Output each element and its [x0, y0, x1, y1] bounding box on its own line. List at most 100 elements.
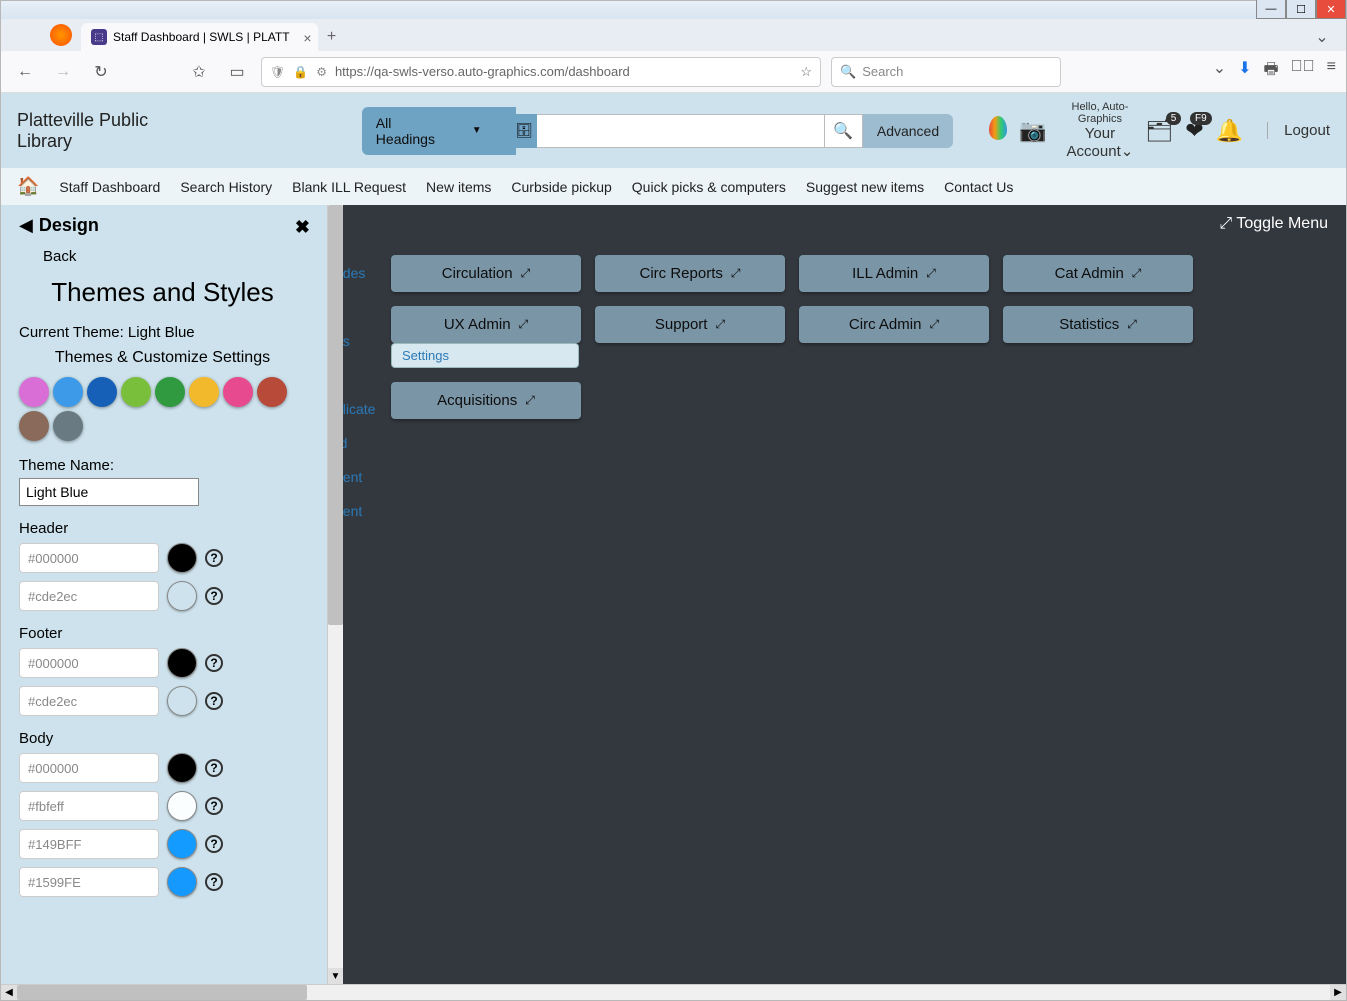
nav-back-button[interactable]: ←: [11, 58, 39, 86]
color-hex-input[interactable]: [19, 867, 159, 897]
help-icon[interactable]: ?: [205, 797, 223, 815]
scroll-right-arrow-icon[interactable]: ▶: [1330, 985, 1346, 1000]
color-preview-swatch[interactable]: [167, 686, 197, 716]
scroll-down-arrow-icon[interactable]: ▼: [328, 968, 343, 984]
downloads-icon[interactable]: ⬇: [1238, 58, 1251, 85]
panel-close-icon[interactable]: ✖: [295, 217, 310, 238]
nav-item[interactable]: Curbside pickup: [511, 179, 611, 195]
bell-icon[interactable]: 🔔: [1216, 118, 1243, 144]
color-hex-input[interactable]: [19, 791, 159, 821]
print-icon[interactable]: 🖶: [1264, 58, 1279, 85]
balloon-icon[interactable]: [989, 116, 1007, 146]
browser-tab-bar: ⬚ Staff Dashboard | SWLS | PLATT × + ⌄: [1, 19, 1346, 51]
nav-forward-button[interactable]: →: [49, 58, 77, 86]
advanced-search-button[interactable]: Advanced: [863, 114, 953, 148]
nav-library-icon[interactable]: ▭: [223, 58, 251, 86]
dashboard-tile-button[interactable]: Support ⤢: [595, 306, 785, 343]
color-hex-input[interactable]: [19, 686, 159, 716]
color-preview-swatch[interactable]: [167, 581, 197, 611]
settings-link[interactable]: Settings: [391, 343, 579, 368]
theme-name-input[interactable]: [19, 478, 199, 506]
color-hex-input[interactable]: [19, 753, 159, 783]
menu-icon[interactable]: ≡: [1327, 58, 1336, 85]
nav-reload-button[interactable]: ↻: [87, 58, 115, 86]
theme-swatch[interactable]: [53, 411, 83, 441]
h-scrollbar-thumb[interactable]: [17, 985, 307, 1000]
color-hex-input[interactable]: [19, 648, 159, 678]
color-preview-swatch[interactable]: [167, 791, 197, 821]
theme-swatch[interactable]: [257, 377, 287, 407]
search-category-select[interactable]: All Headings ▼: [362, 107, 516, 155]
bookmark-page-icon[interactable]: ☆: [800, 64, 812, 80]
dashboard-tile-button[interactable]: ILL Admin ⤢: [799, 255, 989, 292]
scroll-left-arrow-icon[interactable]: ◀: [1, 985, 17, 1000]
dashboard-tile-button[interactable]: Circ Admin ⤢: [799, 306, 989, 343]
tile-label: Statistics: [1059, 316, 1119, 333]
help-icon[interactable]: ?: [205, 654, 223, 672]
window-maximize-button[interactable]: ☐: [1286, 0, 1316, 19]
theme-swatch[interactable]: [87, 377, 117, 407]
nav-item[interactable]: Staff Dashboard: [59, 179, 160, 195]
new-tab-button[interactable]: +: [318, 23, 346, 51]
help-icon[interactable]: ?: [205, 692, 223, 710]
dashboard-tile-button[interactable]: Acquisitions ⤢: [391, 382, 581, 419]
logout-link[interactable]: Logout: [1267, 122, 1330, 139]
dashboard-tile-button[interactable]: Statistics ⤢: [1003, 306, 1193, 343]
theme-swatch[interactable]: [155, 377, 185, 407]
heart-icon[interactable]: ❤F9: [1185, 118, 1203, 144]
color-preview-swatch[interactable]: [167, 829, 197, 859]
url-bar[interactable]: 🛡 🔒 ⚙ https://qa-swls-verso.auto-graphic…: [261, 57, 821, 87]
horizontal-scrollbar[interactable]: ◀ ▶: [1, 984, 1346, 1000]
toggle-menu-button[interactable]: ⤢ Toggle Menu: [1219, 215, 1328, 233]
theme-swatch[interactable]: [189, 377, 219, 407]
color-row: ?: [19, 543, 306, 573]
theme-swatch[interactable]: [223, 377, 253, 407]
window-close-button[interactable]: ✕: [1316, 0, 1346, 19]
nav-bookmark-star-icon[interactable]: ✩: [185, 58, 213, 86]
color-hex-input[interactable]: [19, 581, 159, 611]
theme-swatch[interactable]: [19, 377, 49, 407]
color-preview-swatch[interactable]: [167, 543, 197, 573]
back-link[interactable]: Back: [43, 248, 306, 265]
theme-swatch[interactable]: [53, 377, 83, 407]
extensions-icon[interactable]: �ู: [1291, 58, 1315, 85]
help-icon[interactable]: ?: [205, 549, 223, 567]
dashboard-tile-button[interactable]: UX Admin ⤢: [391, 306, 581, 343]
tab-dropdown-icon[interactable]: ⌄: [1308, 23, 1336, 51]
browser-tab[interactable]: ⬚ Staff Dashboard | SWLS | PLATT ×: [81, 23, 318, 51]
dashboard-tile-button[interactable]: Circ Reports ⤢: [595, 255, 785, 292]
help-icon[interactable]: ?: [205, 587, 223, 605]
nav-item[interactable]: New items: [426, 179, 491, 195]
lock-icon: 🔒: [293, 65, 308, 79]
help-icon[interactable]: ?: [205, 835, 223, 853]
theme-swatch[interactable]: [19, 411, 49, 441]
nav-item[interactable]: Blank ILL Request: [292, 179, 406, 195]
main-search-input[interactable]: [537, 114, 825, 148]
color-preview-swatch[interactable]: [167, 648, 197, 678]
nav-item[interactable]: Suggest new items: [806, 179, 924, 195]
pocket-icon[interactable]: ⌄: [1213, 58, 1226, 85]
panel-scrollbar[interactable]: ▼: [327, 205, 343, 984]
home-icon[interactable]: 🏠: [17, 176, 39, 197]
card-icon[interactable]: 🗂5: [1145, 118, 1173, 144]
theme-swatch[interactable]: [121, 377, 151, 407]
nav-item[interactable]: Quick picks & computers: [632, 179, 786, 195]
nav-item[interactable]: Search History: [180, 179, 272, 195]
scanner-icon[interactable]: 📷: [1019, 118, 1046, 144]
nav-item[interactable]: Contact Us: [944, 179, 1013, 195]
color-preview-swatch[interactable]: [167, 867, 197, 897]
color-preview-swatch[interactable]: [167, 753, 197, 783]
account-box[interactable]: Hello, Auto-Graphics Your Account⌄: [1067, 101, 1134, 160]
help-icon[interactable]: ?: [205, 759, 223, 777]
color-hex-input[interactable]: [19, 829, 159, 859]
scrollbar-thumb[interactable]: [328, 205, 343, 625]
search-button[interactable]: 🔍: [825, 114, 863, 148]
browser-search-input[interactable]: 🔍 Search: [831, 57, 1061, 87]
color-hex-input[interactable]: [19, 543, 159, 573]
dashboard-tile-button[interactable]: Circulation ⤢: [391, 255, 581, 292]
back-circle-icon[interactable]: ◀: [19, 215, 33, 236]
help-icon[interactable]: ?: [205, 873, 223, 891]
dashboard-tile-button[interactable]: Cat Admin ⤢: [1003, 255, 1193, 292]
window-minimize-button[interactable]: —: [1256, 0, 1286, 19]
tab-close-icon[interactable]: ×: [303, 30, 311, 46]
